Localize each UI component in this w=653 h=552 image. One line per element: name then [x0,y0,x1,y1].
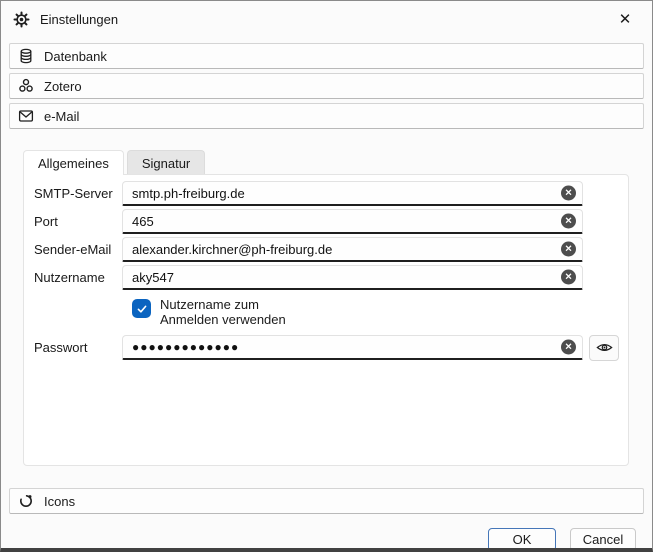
cancel-button[interactable]: Cancel [570,528,636,551]
clear-icon[interactable]: ✕ [561,214,576,229]
dialog-footer: OK Cancel [1,518,652,551]
zotero-icon [18,78,34,94]
sender-email-row: Sender-eMail ✕ [34,237,628,262]
section-label: e-Mail [44,109,79,124]
settings-dialog: Einstellungen ✕ Datenbank [0,0,653,552]
sync-icon [18,493,34,509]
clear-icon[interactable]: ✕ [561,186,576,201]
database-icon [18,48,34,64]
smtp-server-label: SMTP-Server [34,186,122,201]
section-label: Icons [44,494,75,509]
sender-email-input[interactable] [123,238,582,260]
eye-icon [596,339,613,356]
tab-signatur[interactable]: Signatur [127,150,205,175]
title-bar: Einstellungen ✕ [1,1,652,37]
section-zotero[interactable]: Zotero [9,73,644,99]
nutzername-input[interactable] [123,266,582,288]
passwort-input[interactable] [123,336,582,358]
use-username-checkbox[interactable] [132,299,151,318]
nutzername-row: Nutzername ✕ [34,265,628,290]
section-icons[interactable]: Icons [9,488,644,514]
smtp-server-row: SMTP-Server ✕ [34,181,628,206]
clear-icon[interactable]: ✕ [561,340,576,355]
tab-strip: Allgemeines Signatur [23,150,652,175]
close-button[interactable]: ✕ [610,6,640,32]
port-label: Port [34,214,122,229]
tab-allgemeines[interactable]: Allgemeines [23,150,124,175]
use-username-row: Nutzername zum Anmelden verwenden [132,297,628,327]
clear-icon[interactable]: ✕ [561,270,576,285]
smtp-server-input[interactable] [123,182,582,204]
sender-email-label: Sender-eMail [34,242,122,257]
ok-button[interactable]: OK [488,528,556,551]
mail-icon [18,108,34,124]
section-email[interactable]: e-Mail [9,103,644,129]
passwort-row: Passwort ✕ [34,335,628,360]
clear-icon[interactable]: ✕ [561,242,576,257]
check-icon [136,303,148,315]
port-row: Port ✕ [34,209,628,234]
passwort-label: Passwort [34,340,122,355]
section-label: Datenbank [44,49,107,64]
nutzername-label: Nutzername [34,270,122,285]
email-settings-panel: Allgemeines Signatur SMTP-Server ✕ Port … [23,150,652,466]
section-datenbank[interactable]: Datenbank [9,43,644,69]
section-list: Datenbank Zotero e-Mail [1,37,652,133]
section-label: Zotero [44,79,82,94]
icons-section-wrap: Icons [1,488,652,518]
tab-content: SMTP-Server ✕ Port ✕ Sender-eMail ✕ [23,174,629,466]
use-username-label[interactable]: Nutzername zum Anmelden verwenden [160,297,286,327]
reveal-password-button[interactable] [589,335,619,361]
gear-icon [13,11,30,28]
port-input[interactable] [123,210,582,232]
dialog-title: Einstellungen [40,12,118,27]
